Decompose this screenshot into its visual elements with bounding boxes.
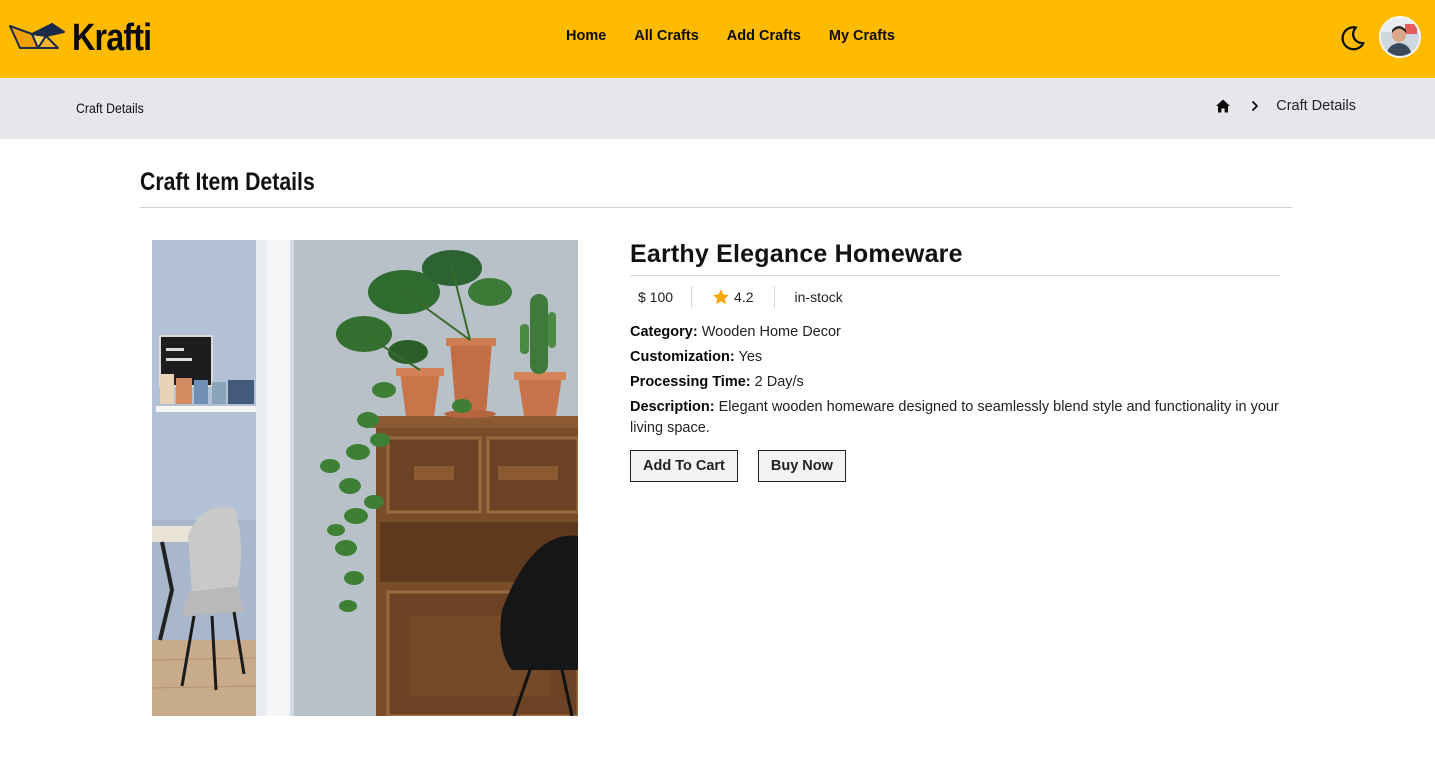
nav-link-add-crafts[interactable]: Add Crafts: [727, 28, 801, 44]
category-value: Wooden Home Decor: [701, 324, 841, 340]
nav-link-my-crafts[interactable]: My Crafts: [829, 28, 895, 44]
product-rating: 4.2: [692, 286, 775, 308]
product-title: Earthy Elegance Homeware: [630, 240, 963, 268]
main-nav: Home All Crafts Add Crafts My Crafts: [566, 28, 895, 44]
home-icon[interactable]: [1215, 98, 1231, 114]
customization-row: Customization: Yes: [630, 347, 1280, 368]
breadcrumb: Craft Details: [1215, 98, 1356, 114]
description-value: Elegant wooden homeware designed to seam…: [630, 399, 1279, 436]
nav-link-home[interactable]: Home: [566, 28, 606, 44]
category-label: Category:: [630, 324, 698, 340]
processing-time-row: Processing Time: 2 Day/s: [630, 372, 1280, 393]
customization-value: Yes: [738, 349, 763, 365]
category-row: Category: Wooden Home Decor: [630, 322, 1280, 343]
product-photo-illustration: [152, 240, 578, 716]
avatar-image: [1381, 18, 1419, 56]
section-divider: [140, 207, 1292, 208]
origami-bird-icon: [9, 23, 65, 49]
description-label: Description:: [630, 399, 715, 415]
buy-now-button[interactable]: Buy Now: [757, 450, 846, 482]
product-details: Earthy Elegance Homeware $ 100 4.2 in-st…: [630, 240, 1280, 482]
star-icon: [713, 289, 729, 305]
customization-label: Customization:: [630, 349, 735, 365]
product-info: Category: Wooden Home Decor Customizatio…: [630, 322, 1280, 439]
chevron-right-icon: [1252, 101, 1259, 111]
stock-status: in-stock: [794, 289, 843, 305]
title-divider: [630, 275, 1280, 276]
processing-time-value: 2 Day/s: [754, 374, 804, 390]
breadcrumb-current: Craft Details: [1276, 98, 1356, 114]
brand[interactable]: Krafti: [8, 10, 165, 66]
rating-value: 4.2: [734, 289, 754, 305]
navbar: Krafti Home All Crafts Add Crafts My Cra…: [0, 0, 1435, 78]
product-actions: Add To Cart Buy Now: [630, 450, 1280, 482]
product-meta: $ 100 4.2 in-stock: [630, 286, 1280, 308]
user-avatar[interactable]: [1379, 16, 1421, 58]
description-row: Description: Elegant wooden homeware des…: [630, 397, 1280, 439]
product-photo: [152, 240, 578, 716]
moon-icon[interactable]: [1339, 24, 1367, 52]
breadcrumb-page-title: Craft Details: [76, 100, 144, 116]
add-to-cart-button[interactable]: Add To Cart: [630, 450, 738, 482]
brand-name: Krafti: [72, 16, 152, 59]
section-title: Craft Item Details: [140, 168, 315, 196]
product-price: $ 100: [630, 286, 693, 308]
breadcrumb-bar: Craft Details Craft Details: [0, 78, 1435, 139]
nav-link-all-crafts[interactable]: All Crafts: [634, 28, 698, 44]
processing-time-label: Processing Time:: [630, 374, 751, 390]
